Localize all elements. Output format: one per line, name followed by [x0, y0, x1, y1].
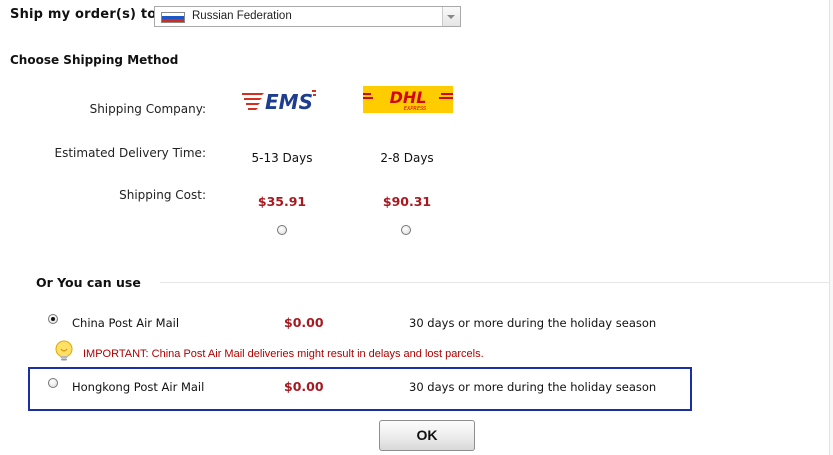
country-select-value: Russian Federation — [192, 10, 292, 22]
china-post-radio[interactable] — [48, 314, 58, 324]
dhl-logo: DHL EXPRESS — [363, 86, 453, 113]
ems-radio[interactable] — [277, 225, 287, 235]
dhl-cost: $90.31 — [382, 194, 432, 209]
ems-cost: $35.91 — [257, 194, 307, 209]
dhl-logo-subtext: EXPRESS — [404, 106, 427, 112]
delivery-time-label: Estimated Delivery Time: — [54, 146, 206, 160]
ems-logo: EMS — [242, 90, 316, 113]
alternatives-title: Or You can use — [36, 275, 141, 290]
hongkong-post-radio[interactable] — [48, 378, 58, 388]
hongkong-post-name: Hongkong Post Air Mail — [72, 380, 205, 394]
china-post-name: China Post Air Mail — [72, 316, 180, 330]
shipping-company-label: Shipping Company: — [89, 102, 206, 116]
important-notice: IMPORTANT: China Post Air Mail deliverie… — [83, 348, 484, 360]
chevron-down-icon[interactable] — [442, 7, 460, 26]
china-post-note: 30 days or more during the holiday seaso… — [409, 316, 657, 330]
lightbulb-icon — [55, 340, 73, 361]
dhl-delivery-time: 2-8 Days — [380, 151, 434, 165]
china-post-price: $0.00 — [284, 315, 324, 330]
hongkong-post-price: $0.00 — [284, 379, 324, 394]
ems-delivery-time: 5-13 Days — [251, 151, 313, 165]
scrollbar-edge — [829, 0, 833, 455]
hongkong-post-note: 30 days or more during the holiday seaso… — [409, 380, 657, 394]
shipping-method-title: Choose Shipping Method — [10, 53, 179, 67]
russia-flag-icon — [161, 12, 185, 23]
ship-to-label: Ship my order(s) to — [10, 7, 157, 22]
divider — [160, 282, 829, 283]
ems-logo-text: EMS — [265, 90, 313, 113]
ok-button[interactable]: OK — [379, 420, 475, 451]
dhl-radio[interactable] — [401, 225, 411, 235]
dhl-logo-graphic: DHL EXPRESS — [363, 88, 453, 112]
dhl-logo-text: DHL — [390, 88, 427, 107]
country-select[interactable]: Russian Federation — [154, 6, 461, 27]
shipping-cost-label: Shipping Cost: — [119, 188, 206, 202]
